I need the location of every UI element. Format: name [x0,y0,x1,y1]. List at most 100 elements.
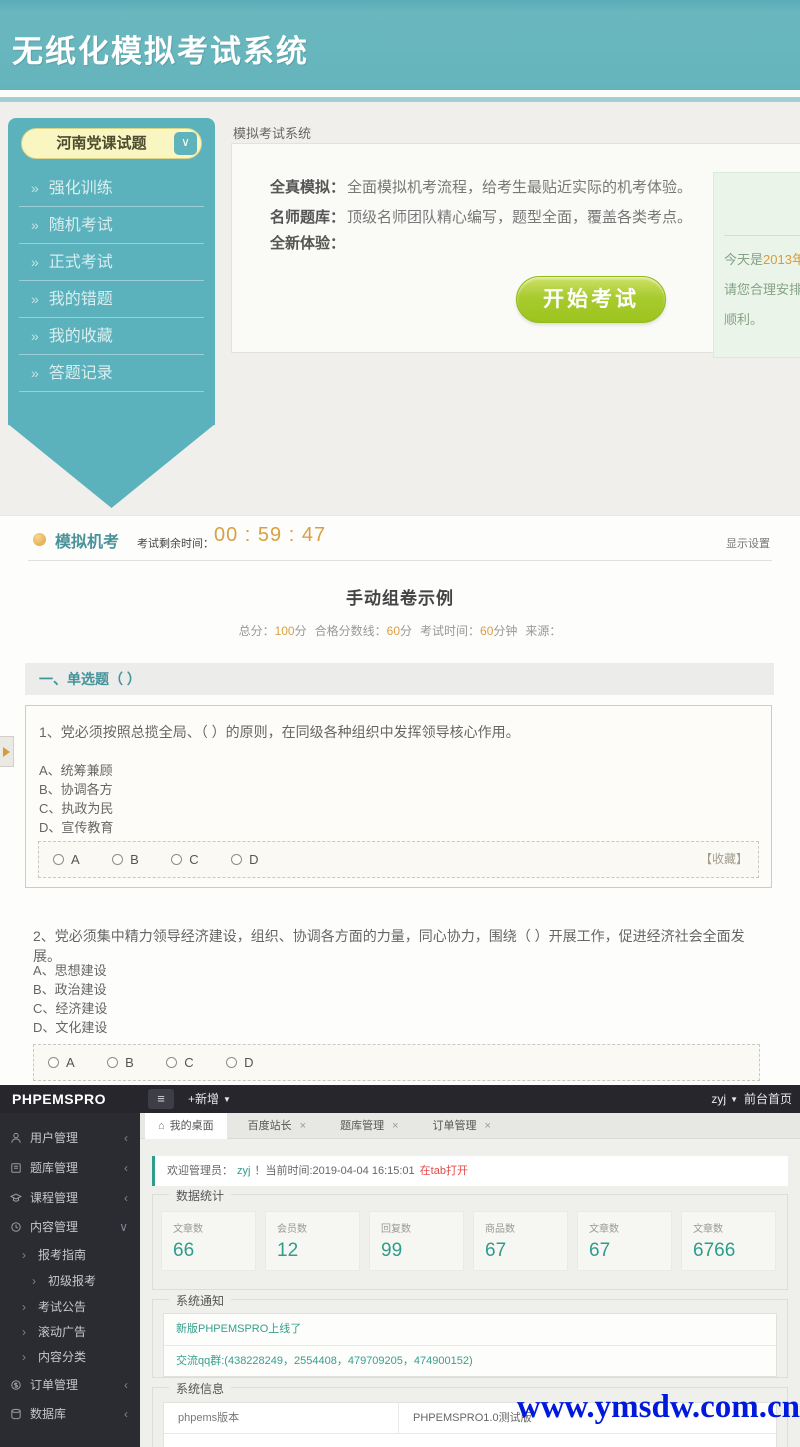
sidebar-item-answer-records[interactable]: » 答题记录 [19,355,204,392]
double-chevron-icon: » [31,291,39,307]
close-icon[interactable]: × [392,1120,398,1132]
notification-link[interactable]: 新版PHPEMSPRO上线了 [164,1314,776,1345]
notifications-panel-title: 系统通知 [169,1292,232,1309]
sidebar-item-intensive-training[interactable]: » 强化训练 [19,170,204,207]
open-in-tab-link[interactable]: 在tab打开 [420,1165,468,1177]
stat-card-replies: 回复数 99 [369,1211,464,1271]
answer-strip: A B C D 【收藏】 [38,841,759,878]
sub-arrow-icon: › [22,1248,26,1262]
radio-icon[interactable] [231,854,243,865]
answer-choice-a[interactable]: A [53,852,80,867]
portal-section-title: 模拟考试系统 [233,126,312,141]
section-header: 一、单选题（ ） [25,663,774,695]
radio-icon[interactable] [112,854,124,865]
feature-label: 全新体验： [270,235,346,252]
tab-label: 百度站长 [247,1120,292,1132]
feature-label: 名师题库： [270,209,346,226]
notice-line: 今天是2013年 [724,249,800,268]
admin-nav-content-categories[interactable]: › 内容分类 [0,1344,140,1370]
tab-my-desktop[interactable]: ⌂ 我的桌面 [145,1113,227,1139]
meta-label: 来源： [525,624,562,638]
today-notice-panel: 今天是2013年 请您合理安排 顺利。 [713,172,800,358]
answer-choice-c[interactable]: C [171,852,199,867]
tab-baidu-webmaster[interactable]: 百度站长 × [235,1113,319,1139]
nav-label: 报考指南 [38,1248,87,1262]
admin-nav-question-bank[interactable]: 题库管理 ‹ [0,1155,140,1181]
question-nav-tab[interactable] [0,736,14,767]
sidebar-item-label: 答题记录 [48,365,113,382]
hamburger-icon[interactable]: ≡ [148,1089,174,1109]
notification-link[interactable]: 交流qq群:(438228249，2554408，479709205，47490… [164,1345,776,1376]
meta-unit: 分 [400,624,413,638]
stat-card-articles-2: 文章数 67 [577,1211,672,1271]
watermark-text: www.ymsdw.com.cn [516,1389,800,1425]
tab-label: 我的桌面 [169,1120,214,1132]
sub-arrow-icon: › [32,1274,36,1288]
nav-label: 初级报考 [48,1274,97,1288]
option-item: A、统筹兼顾 [39,763,113,778]
option-item: D、宣传教育 [39,820,114,835]
answer-choice-b[interactable]: B [107,1055,134,1070]
radio-icon[interactable] [171,854,183,865]
sub-arrow-icon: › [22,1325,26,1339]
display-settings-link[interactable]: 显示设置 [726,535,770,551]
admin-nav-courses[interactable]: 课程管理 ‹ [0,1185,140,1211]
radio-icon[interactable] [53,854,64,865]
admin-nav-database[interactable]: 数据库 ‹ [0,1401,140,1427]
admin-nav-beginner-signup[interactable]: › 初级报考 [0,1268,140,1294]
sidebar-item-my-favorites[interactable]: » 我的收藏 [19,318,204,355]
radio-icon[interactable] [166,1057,178,1068]
answer-choice-d[interactable]: D [231,852,258,867]
sidebar-item-random-exam[interactable]: » 随机考试 [19,207,204,244]
sidebar-item-formal-exam[interactable]: » 正式考试 [19,244,204,281]
option-item: B、政治建设 [33,982,107,997]
radio-icon[interactable] [107,1057,119,1068]
chevron-left-icon: ‹ [124,1161,128,1175]
feature-text: 全面模拟机考流程，给考生最贴近实际的机考体验。 [347,179,693,196]
stat-label: 文章数 [693,1224,723,1235]
radio-icon[interactable] [226,1057,238,1068]
sidebar-item-label: 我的错题 [48,291,113,308]
answer-strip: A B C D [33,1044,760,1081]
portal-menu: » 强化训练 » 随机考试 » 正式考试 » 我的错题 » 我的收藏 » 答题记录 [19,170,204,392]
option-item: A、思想建设 [33,963,107,978]
tab-orders[interactable]: 订单管理 × [420,1113,504,1139]
category-selector[interactable]: 河南党课试题 ∨ [21,128,202,159]
start-exam-button[interactable]: 开始考试 [516,276,666,323]
chevron-down-icon[interactable]: ∨ [174,132,197,155]
user-menu[interactable]: zyj ▼ [711,1085,738,1114]
stat-label: 文章数 [173,1224,203,1235]
sub-arrow-icon: › [22,1350,26,1364]
system-info-panel-title: 系统信息 [169,1380,232,1397]
tab-label: 订单管理 [432,1120,477,1132]
sidebar-item-my-mistakes[interactable]: » 我的错题 [19,281,204,318]
favorite-link[interactable]: 【收藏】 [700,842,748,877]
order-icon [11,1380,21,1390]
paper-title: 手动组卷示例 [346,589,454,608]
close-icon[interactable]: × [300,1120,306,1132]
answer-choice-c[interactable]: C [166,1055,194,1070]
sidebar-item-label: 强化训练 [48,180,113,197]
admin-nav-scrolling-ads[interactable]: › 滚动广告 [0,1319,140,1345]
answer-choice-d[interactable]: D [226,1055,253,1070]
admin-nav-content[interactable]: 内容管理 ∨ [0,1214,140,1240]
stat-card-articles: 文章数 66 [161,1211,256,1271]
choice-letter: B [125,1055,134,1070]
stat-value: 6766 [693,1240,736,1261]
close-icon[interactable]: × [485,1120,491,1132]
radio-icon[interactable] [48,1057,59,1068]
admin-nav-users[interactable]: 用户管理 ‹ [0,1125,140,1151]
frontend-home-link[interactable]: 前台首页 [744,1085,792,1113]
tab-question-bank[interactable]: 题库管理 × [327,1113,411,1139]
option-item: C、执政为民 [39,801,114,816]
admin-nav-orders[interactable]: 订单管理 ‹ [0,1372,140,1398]
double-chevron-icon: » [31,217,39,233]
answer-choice-a[interactable]: A [48,1055,75,1070]
nav-label: 题库管理 [30,1161,79,1175]
add-new-menu[interactable]: +新增 ▼ [188,1085,231,1114]
nav-label: 课程管理 [30,1191,79,1205]
exam-panel: 模拟机考 考试剩余时间： 00 : 59 : 47 显示设置 手动组卷示例 总分… [0,515,800,1085]
answer-choice-b[interactable]: B [112,852,139,867]
admin-nav-exam-announcements[interactable]: › 考试公告 [0,1294,140,1320]
admin-nav-signup-guide[interactable]: › 报考指南 [0,1242,140,1268]
